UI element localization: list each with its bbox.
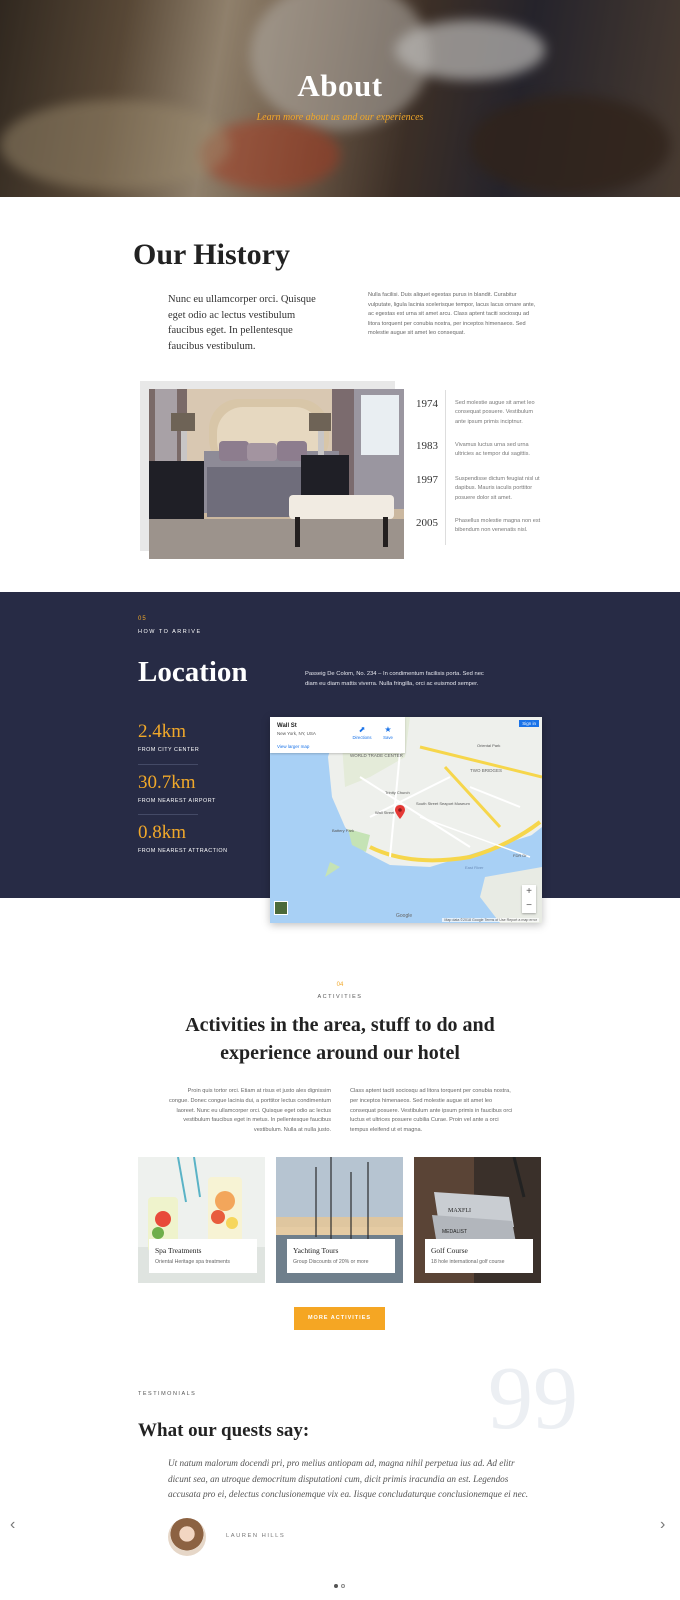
distance-value: 2.4km	[138, 721, 187, 742]
save-button[interactable]: ★ Save	[380, 725, 396, 740]
section-number: 04	[336, 982, 344, 988]
zoom-in-button[interactable]: +	[522, 885, 536, 899]
satellite-toggle[interactable]	[274, 901, 288, 915]
history-body-text: Nulla facilisi. Duis aliquet egestas pur…	[368, 292, 536, 337]
map-info-card: Wall St New York, NY, USA View larger ma…	[270, 717, 405, 753]
testimonial-author: LAUREN HILLS	[226, 1533, 286, 1539]
map-place-name: Wall St	[277, 723, 297, 729]
hero-banner: About Learn more about us and our experi…	[0, 0, 680, 197]
timeline-text: Vivamus luctus urna sed urna ultricies a…	[455, 442, 530, 458]
map-zoom-controls: + −	[522, 885, 536, 913]
activity-subtitle: 18 hole international golf course	[431, 1259, 505, 1265]
map-label: East River	[465, 865, 484, 870]
sign-in-button[interactable]: Sign in	[519, 720, 539, 727]
page-subtitle: Learn more about us and our experiences	[256, 112, 424, 123]
zoom-out-button[interactable]: −	[522, 899, 536, 913]
activity-card-golf[interactable]: MAXFLI MEDALIST Golf Course 18 hole inte…	[414, 1157, 541, 1283]
more-activities-button[interactable]: MORE ACTIVITIES	[294, 1307, 385, 1330]
star-icon: ★	[384, 725, 392, 734]
map-label: Wall Street	[375, 810, 395, 815]
page-title: About	[297, 68, 383, 103]
activity-subtitle: Oriental Heritage spa treatments	[155, 1259, 230, 1265]
section-kicker: TESTIMONIALS	[138, 1391, 197, 1397]
map-label: TWO BRIDGES	[470, 768, 502, 773]
section-kicker: ACTIVITIES	[317, 994, 363, 1000]
map-pin-icon[interactable]	[395, 805, 405, 824]
activities-text-right: Class aptent taciti sociosqu ad litora t…	[350, 1088, 513, 1134]
view-larger-map-link[interactable]: View larger map	[277, 744, 309, 749]
section-kicker: HOW TO ARRIVE	[138, 629, 202, 635]
carousel-dot-active[interactable]	[334, 1584, 338, 1588]
quote-icon: 99	[488, 1349, 578, 1448]
activity-card-caption: Spa Treatments Oriental Heritage spa tre…	[149, 1239, 257, 1273]
distance-label: FROM NEAREST AIRPORT	[138, 798, 216, 804]
history-heading: Our History	[133, 238, 290, 271]
distance-label: FROM NEAREST ATTRACTION	[138, 848, 228, 854]
timeline-text: Suspendisse dictum feugiat nisl ut dapib…	[455, 476, 540, 501]
directions-button[interactable]: ⬈ Directions	[352, 725, 372, 740]
testimonial-quote: Ut natum malorum docendi pri, pro melius…	[168, 1458, 529, 1500]
map-logo: Google	[396, 913, 413, 919]
distance-label: FROM CITY CENTER	[138, 747, 200, 753]
embedded-map[interactable]: WORLD TRADE CENTER TWO BRIDGES Trinity C…	[270, 717, 542, 923]
save-label: Save	[383, 735, 393, 740]
stat-divider	[138, 764, 198, 765]
activities-heading: Activities in the area, stuff to do and …	[185, 1014, 495, 1064]
activity-title: Spa Treatments	[155, 1246, 202, 1255]
location-heading: Location	[138, 656, 248, 688]
distance-value: 0.8km	[138, 822, 187, 843]
golf-brand-text: MEDALIST	[442, 1229, 467, 1235]
activity-title: Golf Course	[431, 1246, 468, 1255]
timeline-text: Phasellus molestie magna non est bibendu…	[455, 518, 541, 534]
testimonials-heading: What our quests say:	[138, 1420, 310, 1441]
activity-card-yachting[interactable]: Yachting Tours Group Discounts of 20% or…	[276, 1157, 403, 1283]
activity-card-spa[interactable]: Spa Treatments Oriental Heritage spa tre…	[138, 1157, 265, 1283]
timeline-text: Sed molestie augue sit amet leo consequa…	[455, 400, 535, 425]
avatar	[168, 1518, 206, 1556]
history-lead-text: Nunc eu ullamcorper orci. Quisque eget o…	[168, 294, 316, 352]
map-label: Oriental Park	[477, 743, 500, 748]
timeline-year: 1974	[416, 398, 438, 410]
directions-label: Directions	[352, 735, 372, 740]
timeline-year: 2005	[416, 517, 438, 529]
map-label: South Street Seaport Museum	[416, 801, 470, 806]
activities-text-left: Proin quis tortor orci. Etiam at risus e…	[168, 1088, 331, 1134]
hotel-room-photo	[149, 389, 404, 559]
section-number: 05	[138, 616, 147, 622]
map-label: FDR Dr	[513, 853, 527, 858]
stat-divider	[138, 814, 198, 815]
activity-card-caption: Golf Course 18 hole international golf c…	[425, 1239, 533, 1273]
timeline-divider	[445, 390, 446, 545]
map-label: Trinity Church	[385, 790, 410, 795]
map-label: WORLD TRADE CENTER	[350, 753, 404, 758]
bedroom-illustration	[149, 389, 404, 559]
distance-value: 30.7km	[138, 772, 196, 793]
map-label: Battery Park	[332, 828, 354, 833]
activity-title: Yachting Tours	[293, 1246, 339, 1255]
carousel-dot[interactable]	[341, 1584, 345, 1588]
map-address: New York, NY, USA	[277, 731, 316, 736]
activity-subtitle: Group Discounts of 20% or more	[293, 1259, 369, 1265]
timeline-year: 1997	[416, 474, 438, 486]
location-description: Passeig De Colom, No. 234 – In condiment…	[305, 671, 484, 687]
activity-card-caption: Yachting Tours Group Discounts of 20% or…	[287, 1239, 395, 1273]
map-attribution[interactable]: Map data ©2018 Google Terms of Use Repor…	[442, 918, 539, 922]
timeline-year: 1983	[416, 440, 438, 452]
golf-brand-text: MAXFLI	[448, 1208, 471, 1214]
chevron-left-icon[interactable]: ‹	[10, 1516, 15, 1534]
directions-icon: ⬈	[358, 725, 366, 734]
chevron-right-icon[interactable]: ›	[660, 1516, 665, 1534]
